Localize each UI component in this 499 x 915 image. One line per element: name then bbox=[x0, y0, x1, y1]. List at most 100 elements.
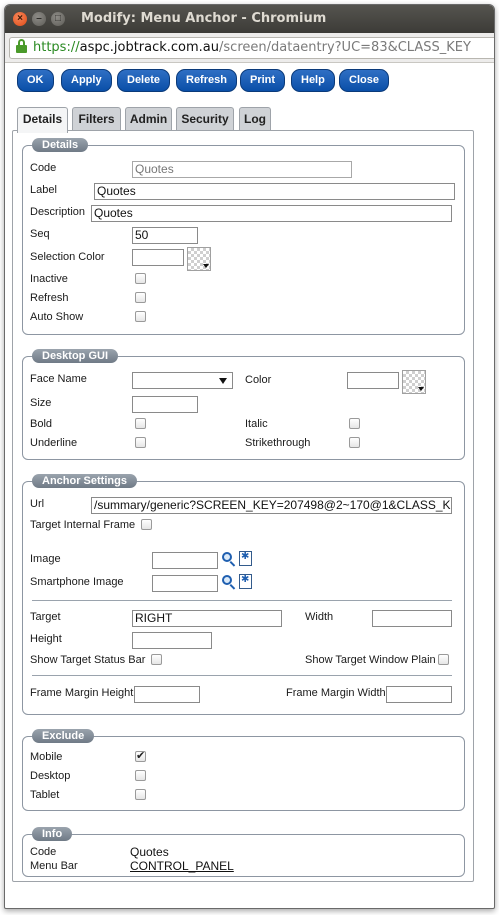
mobile-label: Mobile bbox=[30, 751, 63, 763]
delete-button[interactable]: Delete bbox=[117, 69, 171, 92]
show-target-status-bar-label: Show Target Status Bar bbox=[30, 654, 146, 666]
tablet-label: Tablet bbox=[30, 789, 60, 801]
url-field[interactable]: /summary/generic?SCREEN_KEY=207498@2~170… bbox=[91, 497, 452, 514]
code-label: Code bbox=[30, 162, 57, 174]
width-label: Width bbox=[305, 611, 334, 623]
exclude-group: Exclude Mobile Desktop Tablet bbox=[22, 729, 465, 811]
face-name-select[interactable] bbox=[132, 372, 233, 389]
lock-icon bbox=[16, 39, 27, 53]
tab-security[interactable]: Security bbox=[176, 107, 234, 131]
desktop-checkbox[interactable] bbox=[135, 770, 146, 781]
label-field[interactable]: Quotes bbox=[94, 183, 455, 200]
strikethrough-label: Strikethrough bbox=[245, 437, 311, 449]
new-image-icon[interactable] bbox=[239, 574, 252, 589]
smartphone-image-field[interactable] bbox=[152, 575, 218, 592]
search-icon[interactable] bbox=[222, 552, 236, 567]
strikethrough-checkbox[interactable] bbox=[349, 437, 360, 448]
url-input[interactable]: https://aspc.jobtrack.com.au/screen/data… bbox=[9, 37, 494, 59]
desktop-gui-group: Desktop GUI Face Name Color Size Bold It… bbox=[22, 349, 465, 460]
divider bbox=[32, 600, 452, 601]
size-field[interactable] bbox=[132, 396, 198, 413]
refresh-label: Refresh bbox=[30, 292, 69, 304]
info-legend: Info bbox=[32, 827, 73, 841]
bold-label: Bold bbox=[30, 418, 53, 430]
seq-field[interactable]: 50 bbox=[132, 227, 198, 244]
help-button[interactable]: Help bbox=[291, 69, 335, 92]
action-toolbar: OK Apply Delete Refresh Print Help Close bbox=[5, 64, 494, 96]
info-menu-bar-label: Menu Bar bbox=[30, 860, 78, 872]
italic-label: Italic bbox=[245, 418, 268, 430]
height-field[interactable] bbox=[132, 632, 212, 649]
seq-label: Seq bbox=[30, 228, 50, 240]
color-field[interactable] bbox=[347, 372, 399, 389]
target-internal-frame-label: Target Internal Frame bbox=[30, 519, 136, 531]
size-label: Size bbox=[30, 397, 52, 409]
menu-bar-link[interactable]: CONTROL_PANEL bbox=[130, 859, 234, 873]
title-bar: × – □ Modify: Menu Anchor - Chromium bbox=[5, 5, 494, 33]
info-group: Info Code Quotes Menu Bar CONTROL_PANEL bbox=[22, 827, 465, 877]
color-picker-icon[interactable] bbox=[187, 247, 211, 271]
close-button[interactable]: Close bbox=[339, 69, 389, 92]
details-group: Details Code Quotes Label Quotes Descrip… bbox=[22, 138, 465, 335]
show-target-window-plain-checkbox[interactable] bbox=[438, 654, 449, 665]
show-target-status-bar-checkbox[interactable] bbox=[151, 654, 162, 665]
target-field[interactable]: RIGHT bbox=[132, 610, 282, 627]
code-field: Quotes bbox=[132, 161, 352, 178]
desktop-label: Desktop bbox=[30, 770, 71, 782]
smartphone-image-label: Smartphone Image bbox=[30, 576, 124, 588]
url-scheme: https:// bbox=[33, 40, 80, 55]
new-image-icon[interactable] bbox=[239, 551, 252, 566]
face-name-label: Face Name bbox=[30, 373, 87, 385]
inactive-label: Inactive bbox=[30, 273, 68, 285]
exclude-legend: Exclude bbox=[32, 729, 95, 743]
tab-admin[interactable]: Admin bbox=[125, 107, 172, 131]
details-legend: Details bbox=[32, 138, 89, 152]
frame-margin-height-field[interactable] bbox=[134, 686, 200, 703]
tab-filters[interactable]: Filters bbox=[72, 107, 121, 131]
image-field[interactable] bbox=[152, 552, 218, 569]
address-bar: https://aspc.jobtrack.com.au/screen/data… bbox=[5, 33, 494, 63]
refresh-checkbox[interactable] bbox=[135, 292, 146, 303]
chevron-down-icon bbox=[219, 378, 227, 384]
frame-margin-height-label: Frame Margin Height bbox=[30, 687, 134, 699]
browser-window: × – □ Modify: Menu Anchor - Chromium htt… bbox=[4, 4, 495, 909]
mobile-checkbox[interactable] bbox=[135, 749, 146, 762]
frame-margin-width-label: Frame Margin Width bbox=[286, 687, 386, 699]
apply-button[interactable]: Apply bbox=[61, 69, 112, 92]
inactive-checkbox[interactable] bbox=[135, 273, 146, 284]
auto-show-checkbox[interactable] bbox=[135, 311, 146, 322]
url-host: aspc.jobtrack.com.au bbox=[79, 40, 220, 55]
tab-log[interactable]: Log bbox=[239, 107, 271, 131]
height-label: Height bbox=[30, 633, 62, 645]
window-maximize-button[interactable]: □ bbox=[51, 12, 65, 26]
show-target-window-plain-label: Show Target Window Plain bbox=[305, 654, 436, 666]
print-button[interactable]: Print bbox=[240, 69, 286, 92]
tablet-checkbox[interactable] bbox=[135, 789, 146, 800]
image-label: Image bbox=[30, 553, 61, 565]
color-picker-icon[interactable] bbox=[402, 370, 426, 394]
window-close-button[interactable]: × bbox=[13, 12, 27, 26]
bold-checkbox[interactable] bbox=[135, 418, 146, 429]
desktop-gui-legend: Desktop GUI bbox=[32, 349, 119, 363]
info-code-label: Code bbox=[30, 846, 57, 858]
tab-details[interactable]: Details bbox=[17, 107, 68, 133]
window-minimize-button[interactable]: – bbox=[32, 12, 46, 26]
target-internal-frame-checkbox[interactable] bbox=[141, 519, 152, 530]
info-code-value: Quotes bbox=[130, 845, 169, 859]
width-field[interactable] bbox=[372, 610, 452, 627]
description-label: Description bbox=[30, 206, 86, 218]
anchor-settings-group: Anchor Settings Url /summary/generic?SCR… bbox=[22, 474, 465, 715]
divider bbox=[32, 675, 452, 676]
italic-checkbox[interactable] bbox=[349, 418, 360, 429]
underline-label: Underline bbox=[30, 437, 78, 449]
selection-color-field[interactable] bbox=[132, 249, 184, 266]
refresh-button[interactable]: Refresh bbox=[176, 69, 237, 92]
underline-checkbox[interactable] bbox=[135, 437, 146, 448]
description-field[interactable]: Quotes bbox=[91, 205, 452, 222]
frame-margin-width-field[interactable] bbox=[386, 686, 452, 703]
url-label: Url bbox=[30, 498, 45, 510]
search-icon[interactable] bbox=[222, 575, 236, 590]
selection-color-label: Selection Color bbox=[30, 251, 105, 263]
anchor-settings-legend: Anchor Settings bbox=[32, 474, 137, 488]
ok-button[interactable]: OK bbox=[17, 69, 54, 92]
